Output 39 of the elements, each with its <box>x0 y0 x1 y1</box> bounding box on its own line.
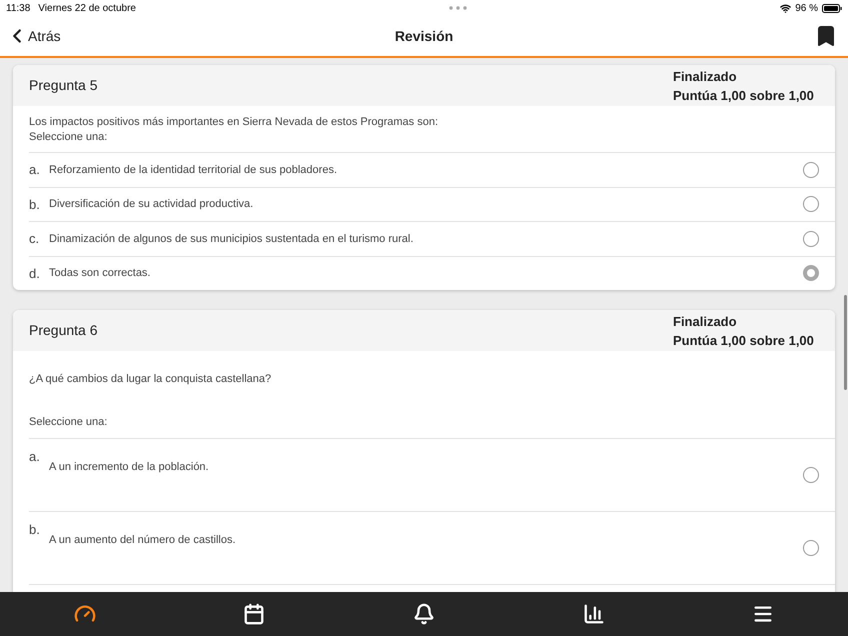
question-state: Finalizado <box>673 68 738 86</box>
option-letter: a. <box>29 448 41 466</box>
radio-button[interactable] <box>803 196 819 212</box>
option-text[interactable]: Dinamización de algunos de sus municipios sustentada en el turismo rural. <box>49 230 803 247</box>
question-grade: Puntúa 1,00 sobre 1,00 <box>673 332 815 350</box>
status-time: 11:38 <box>6 2 30 16</box>
question-text: Los impactos positivos más importantes en Sierra Nevada de estos Programas son: <box>29 115 440 130</box>
radio-button[interactable] <box>803 540 819 556</box>
wifi-icon <box>780 2 792 14</box>
bar-chart-icon <box>582 603 605 625</box>
option-letter: a. <box>29 161 41 179</box>
battery-icon <box>822 4 842 12</box>
option-letter: c. <box>29 230 40 248</box>
question-grade: Puntúa 1,00 sobre 1,00 <box>673 86 815 104</box>
battery-percent: 96 % <box>795 2 818 16</box>
option-letter: b. <box>29 521 41 539</box>
bell-icon <box>412 603 435 625</box>
option-letter: d. <box>29 264 41 282</box>
question-text: ¿A qué cambios da lugar la conquista castellana? <box>29 372 272 387</box>
option-text[interactable]: Reforzamiento de la identidad territorial de sus pobladores. <box>49 162 803 178</box>
radio-button[interactable] <box>803 467 819 483</box>
back-button[interactable]: Atrás <box>6 25 61 47</box>
radio-button[interactable] <box>803 230 819 247</box>
radio-button[interactable] <box>803 162 819 178</box>
option-text[interactable]: Todas son correctas. <box>49 265 803 282</box>
question-state: Finalizado <box>673 312 738 330</box>
calendar-icon <box>243 603 266 625</box>
question-title: Pregunta 6 <box>29 321 98 340</box>
radio-button[interactable] <box>803 265 819 282</box>
option-text[interactable]: A un incremento de la población. <box>49 439 803 476</box>
select-prompt: Seleccione una: <box>29 130 108 145</box>
option-text[interactable]: Diversificación de su actividad productiva. <box>49 196 803 212</box>
question-title: Pregunta 5 <box>29 76 98 95</box>
page-title: Revisión <box>394 26 454 46</box>
dots-icon <box>449 6 468 10</box>
select-prompt: Seleccione una: <box>29 414 108 430</box>
option-text[interactable]: A un aumento del número de castillos. <box>49 512 803 548</box>
option-letter: b. <box>29 196 41 214</box>
status-date: Viernes 22 de octubre <box>38 2 136 16</box>
